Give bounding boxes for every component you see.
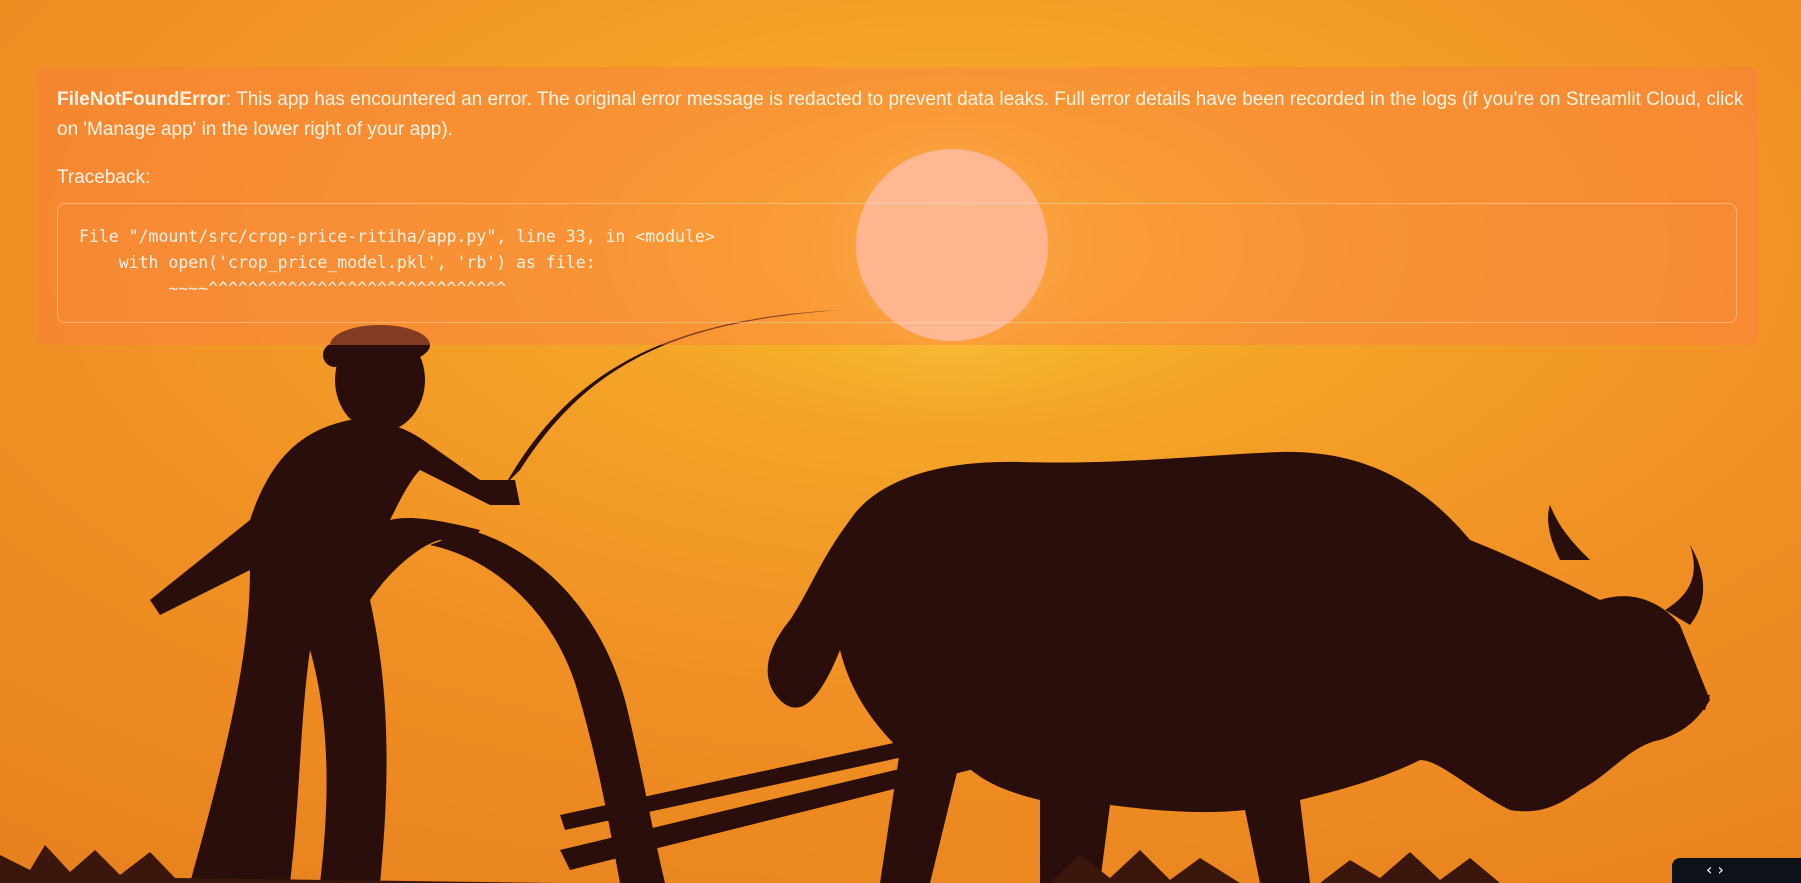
error-alert: FileNotFoundError: This app has encounte… (37, 67, 1757, 345)
traceback-label: Traceback: (57, 167, 151, 188)
traceback-line: with open('crop_price_model.pkl', 'rb') … (79, 253, 596, 272)
traceback-code-block[interactable]: File "/mount/src/crop-price-ritiha/app.p… (57, 203, 1737, 323)
manage-app-button[interactable]: ‹ › (1672, 858, 1801, 883)
error-type: FileNotFoundError (57, 89, 226, 110)
error-message: FileNotFoundError: This app has encounte… (57, 85, 1747, 145)
traceback-line: File "/mount/src/crop-price-ritiha/app.p… (79, 227, 715, 246)
traceback-line: ~~~~^^^^^^^^^^^^^^^^^^^^^^^^^^^^^^ (79, 279, 507, 298)
error-text: : This app has encountered an error. The… (57, 89, 1744, 140)
chevron-icon: ‹ › (1706, 860, 1724, 879)
